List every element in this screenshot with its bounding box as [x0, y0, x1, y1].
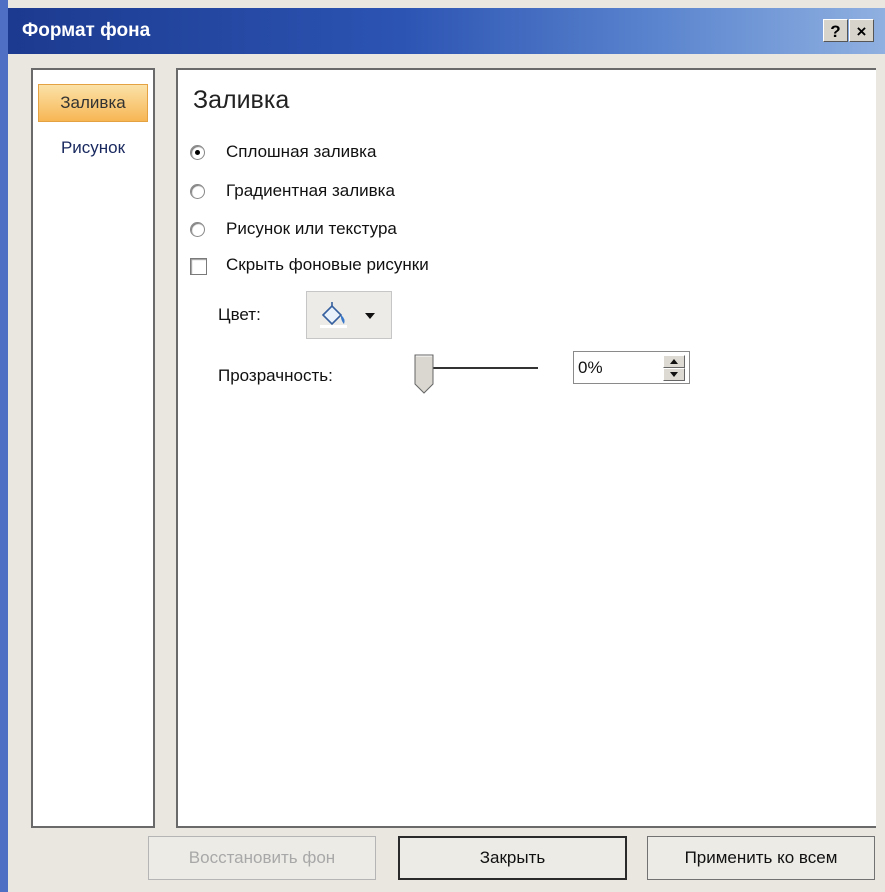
solid-fill-radio[interactable] — [190, 145, 205, 160]
category-list: Заливка Рисунок — [31, 68, 155, 828]
transparency-slider-track[interactable] — [422, 367, 538, 369]
sidebar-item-fill[interactable]: Заливка — [38, 84, 148, 122]
gradient-fill-label: Градиентная заливка — [226, 181, 395, 200]
close-button[interactable]: Закрыть — [398, 836, 627, 880]
gradient-fill-radio[interactable] — [190, 184, 205, 199]
help-button[interactable]: ? — [823, 19, 848, 42]
paint-bucket-icon — [319, 302, 349, 332]
solid-fill-label: Сплошная заливка — [226, 142, 377, 161]
picture-texture-label: Рисунок или текстура — [226, 219, 397, 238]
transparency-spinbox[interactable]: 0% — [573, 351, 690, 384]
sidebar-item-picture[interactable]: Рисунок — [38, 129, 148, 167]
spin-down-button[interactable] — [663, 368, 685, 381]
section-title: Заливка — [193, 86, 290, 114]
color-picker-button[interactable] — [306, 291, 392, 339]
hide-background-label: Скрыть фоновые рисунки — [226, 255, 429, 274]
title-bar[interactable]: Формат фона ? × — [8, 8, 885, 54]
transparency-value[interactable]: 0% — [578, 358, 603, 378]
chevron-down-icon — [365, 313, 375, 319]
reset-background-button[interactable]: Восстановить фон — [148, 836, 376, 880]
transparency-spin-buttons — [663, 355, 685, 381]
window-left-edge — [0, 0, 8, 892]
hide-background-checkbox[interactable] — [190, 258, 207, 275]
apply-to-all-button[interactable]: Применить ко всем — [647, 836, 875, 880]
spin-up-button[interactable] — [663, 355, 685, 368]
window-title: Формат фона — [22, 20, 151, 41]
close-window-button[interactable]: × — [849, 19, 874, 42]
picture-texture-radio[interactable] — [190, 222, 205, 237]
transparency-slider-thumb[interactable] — [414, 354, 434, 394]
transparency-label: Прозрачность: — [218, 366, 333, 385]
color-label: Цвет: — [218, 305, 261, 324]
